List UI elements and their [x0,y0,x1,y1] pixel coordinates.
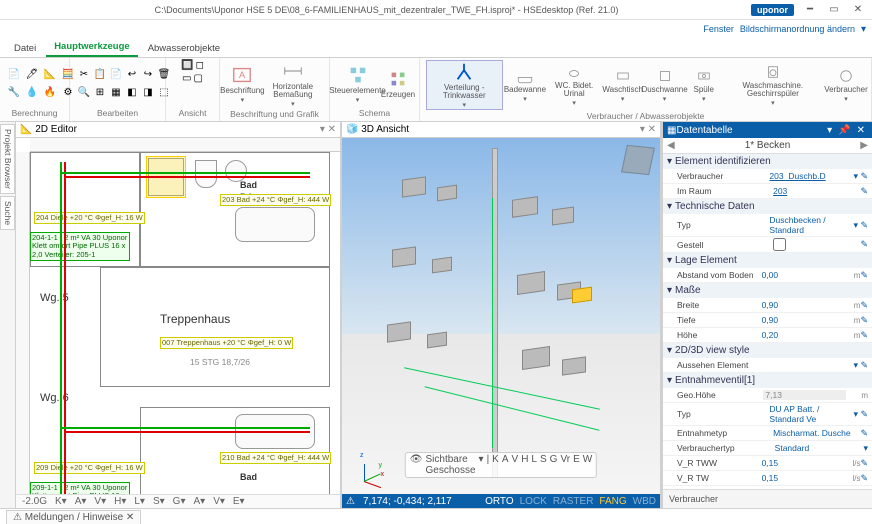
props-close[interactable]: ✕ [854,125,868,136]
waschtisch-button[interactable]: Waschtisch▾ [605,67,640,103]
group-berechnung: Berechnung [6,107,63,119]
group-ident[interactable]: ▾Element identifizieren [663,154,872,169]
tool-icon[interactable]: 🔧 [6,85,22,101]
bemassung-button[interactable]: Horizontale Bemaßung▾ [263,60,323,108]
tab-datei[interactable]: Datei [6,40,44,57]
3d-floor-toolbar[interactable]: 👁Sichtbare Geschosse▾|KAVHLSGVrEW [405,452,597,478]
layout-link[interactable]: Bildschirmanordnung ändern [740,24,855,34]
group-schema: Schema [336,107,413,119]
tool-icon[interactable]: 📐 [42,67,58,83]
group-lage[interactable]: ▾Lage Element [663,253,872,268]
panel2d-title: 📐 2D Editor [20,124,77,135]
ruler-horizontal [30,138,340,152]
group-tech[interactable]: ▾Technische Daten [663,199,872,214]
axes-gizmo: zxy [350,456,380,486]
sidetab-suche[interactable]: Suche [0,196,15,230]
bathtub [235,207,315,242]
dusche-button[interactable]: Duschwanne▾ [644,67,684,103]
pin-icon[interactable]: ▾ ✕ [320,124,336,135]
group-entnahme[interactable]: ▾Entnahmeventil[1] [663,373,872,388]
maximize-button[interactable]: ▭ [824,2,844,18]
heating-label-204: 204-1-1 : 2 m² VA 30 Uponor Klett omfort… [30,232,130,261]
verteilung-button[interactable]: Verteilung - Trinkwasser▾ [426,60,503,110]
window-title: C:\Documents\Uponor HSE 5 DE\08_6-FAMILI… [22,5,751,15]
ruler-vertical [16,152,30,494]
prop-imraum[interactable]: 203 [773,186,860,196]
waschmaschine-button[interactable]: Waschmaschine. Geschirrspüler▾ [723,63,823,107]
edit-icon[interactable]: ✂ [76,67,92,83]
props-dropdown[interactable]: ▾ [824,125,835,136]
tab-abwasserobjekte[interactable]: Abwasserobjekte [140,40,228,57]
spuele-button[interactable]: Spüle▾ [689,67,719,103]
brand-logo: uponor [751,4,794,16]
room-label-204: 204 Diele +20 °C Φgef_H: 16 W [34,212,145,224]
prop-verbraucher[interactable]: 203_Duschb.D [769,171,853,181]
room-label-203: 203 Bad +24 °C Φgef_H: 444 W [220,194,331,206]
props-object: 1* Becken [745,140,791,151]
basin [225,160,247,182]
tool-icon[interactable]: 🖊 [24,67,40,83]
pin-icon[interactable]: ▾ ✕ [640,124,656,135]
group-bearbeiten: Bearbeiten [76,107,159,119]
heating-label-209: 209-1-1 : 2 m² VA 30 Uponor Klett omfort… [30,482,130,494]
close-button[interactable]: ✕ [848,2,868,18]
calc-icon[interactable]: 📄 [6,67,22,83]
tab-hauptwerkzeuge[interactable]: Hauptwerkzeuge [46,38,138,57]
group-masse[interactable]: ▾Maße [663,283,872,298]
props-footer: Verbraucher [663,489,872,508]
viewcube[interactable] [621,145,655,175]
room-label-209: 209 Diele +20 °C Φgef_H: 16 W [34,462,145,474]
2d-statusbar: -2.0G K▾A▾V▾H▾L▾S▾G▾A▾V▾E▾ [16,494,340,508]
props-pin[interactable]: 📌 [835,125,853,136]
svg-text:A: A [239,70,246,80]
wc-button[interactable]: WC. Bidet. Urinal▾ [547,63,601,107]
3d-canvas[interactable]: zxy 👁Sichtbare Geschosse▾|KAVHLSGVrEW [342,138,660,494]
group-ansicht: Ansicht [172,107,213,119]
beschriftung-button[interactable]: ABeschriftung▾ [226,64,259,104]
wc [195,160,217,188]
room-label-210: 210 Bad +24 °C Φgef_H: 444 W [220,452,331,464]
panel3d-title: 🧊 3D Ansicht [346,124,409,135]
erzeugen-button[interactable]: Erzeugen [383,68,413,99]
fenster-link[interactable]: Fenster [703,24,734,34]
selected-3d-object [572,287,592,304]
sidetab-projekt[interactable]: Projekt Browser [0,124,15,194]
tool-icon[interactable]: 🔥 [42,85,58,101]
3d-statusbar: ⚠7,174; -0,434; 2,117 ORTOLOCKRASTERFANG… [342,494,660,508]
verbraucher-button[interactable]: Verbraucher▾ [827,67,865,103]
group-verbraucher: Verbraucher / Abwasserobjekte [426,110,865,122]
room-label-007: 007 Treppenhaus +20 °C Φgef_H: 0 W [160,337,293,349]
badewanne-button[interactable]: Badewanne▾ [507,67,544,103]
tool-icon[interactable]: 💧 [24,85,40,101]
room-treppenhaus [100,267,330,387]
group-beschriftung: Beschriftung und Grafik [226,108,323,120]
2d-canvas[interactable]: Bad 7,6 203 Bad +24 °C Φgef_H: 444 W 204… [16,138,340,494]
tab-meldungen[interactable]: ⚠ Meldungen / Hinweise ✕ [6,510,141,524]
group-view[interactable]: ▾2D/3D view style [663,343,872,358]
steuerelemente-button[interactable]: Steuerelemente▾ [336,64,379,104]
gestell-checkbox[interactable] [773,238,786,251]
props-header: Datentabelle [676,125,824,136]
minimize-button[interactable]: ━ [800,2,820,18]
